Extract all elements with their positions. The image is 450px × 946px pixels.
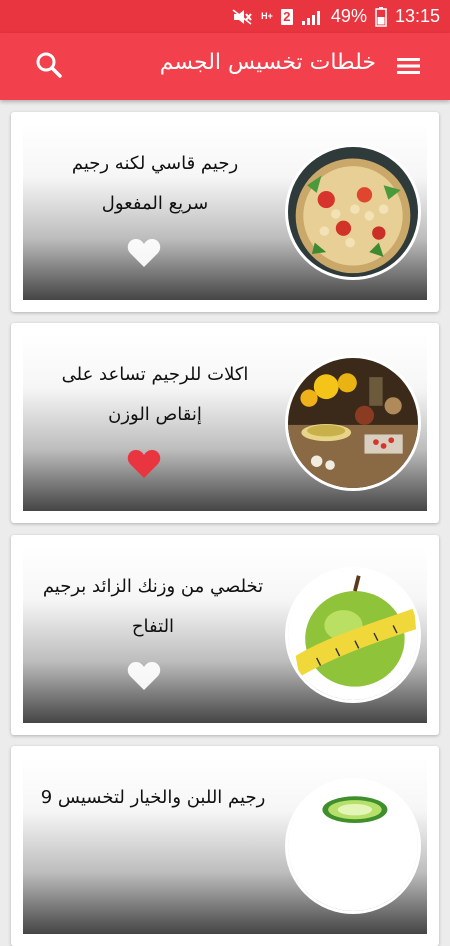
menu-icon (397, 58, 420, 74)
diet-food-image (288, 358, 418, 488)
favorite-button[interactable] (127, 661, 161, 691)
article-card[interactable]: تخلصي من وزنك الزائد برجيم التفاح (11, 535, 439, 735)
article-card-body: رجيم قاسي لكنه رجيم سريع المفعول (23, 124, 427, 300)
article-card[interactable]: اكلات للرجيم تساعد على إنقاص الوزن (11, 323, 439, 523)
favorite-button[interactable] (127, 238, 161, 268)
article-title-line: رجيم قاسي لكنه رجيم (71, 153, 239, 174)
favorite-button[interactable] (127, 449, 161, 479)
network-type: H+ (261, 11, 273, 21)
article-card-body: اكلات للرجيم تساعد على إنقاص الوزن (23, 335, 427, 511)
article-title: اكلات للرجيم تساعد على إنقاص الوزن (35, 355, 275, 435)
article-title: رجيم اللبن والخيار لتخسيس 9 (27, 778, 279, 818)
heart-icon (127, 239, 161, 267)
article-title-line: اكلات للرجيم تساعد على (61, 364, 249, 385)
article-title-line: إنقاص الوزن (108, 404, 202, 425)
signal-icon (301, 8, 323, 26)
article-thumbnail (285, 567, 421, 703)
sim-slot-badge: 2 (280, 8, 293, 25)
article-title: تخلصي من وزنك الزائد برجيم التفاح (27, 567, 279, 647)
article-thumbnail (285, 355, 421, 491)
battery-icon (375, 6, 387, 27)
article-title-line: تخلصي من وزنك الزائد برجيم (42, 576, 264, 597)
article-card[interactable]: رجيم اللبن والخيار لتخسيس 9 (11, 746, 439, 946)
article-card[interactable]: رجيم قاسي لكنه رجيم سريع المفعول (11, 112, 439, 312)
apple-tape-measure-image (288, 570, 418, 700)
status-bar: H+ 2 49% 13:15 (0, 0, 450, 33)
search-icon (36, 52, 62, 78)
heart-icon (127, 662, 161, 690)
article-thumbnail (285, 778, 421, 914)
article-card-body: رجيم اللبن والخيار لتخسيس 9 (23, 758, 427, 934)
mute-icon (231, 8, 253, 26)
salad-image (288, 147, 418, 277)
cucumber-image (288, 781, 418, 911)
article-thumbnail (285, 144, 421, 280)
article-card-body: تخلصي من وزنك الزائد برجيم التفاح (23, 547, 427, 723)
menu-button[interactable] (394, 52, 424, 80)
article-title-line: سريع المفعول (101, 193, 209, 214)
heart-icon (127, 450, 161, 478)
app-bar: خلطات تخسيس الجسم (0, 33, 450, 100)
article-title-line: التفاح (131, 616, 175, 637)
article-title: رجيم قاسي لكنه رجيم سريع المفعول (35, 144, 275, 224)
battery-percent: 49% (330, 6, 367, 26)
search-button[interactable] (34, 50, 64, 80)
app-title: خلطات تخسيس الجسم (159, 50, 376, 75)
clock: 13:15 (394, 6, 440, 26)
article-title-line: رجيم اللبن والخيار لتخسيس 9 (40, 787, 266, 808)
sim-slot-number: 2 (280, 8, 293, 25)
